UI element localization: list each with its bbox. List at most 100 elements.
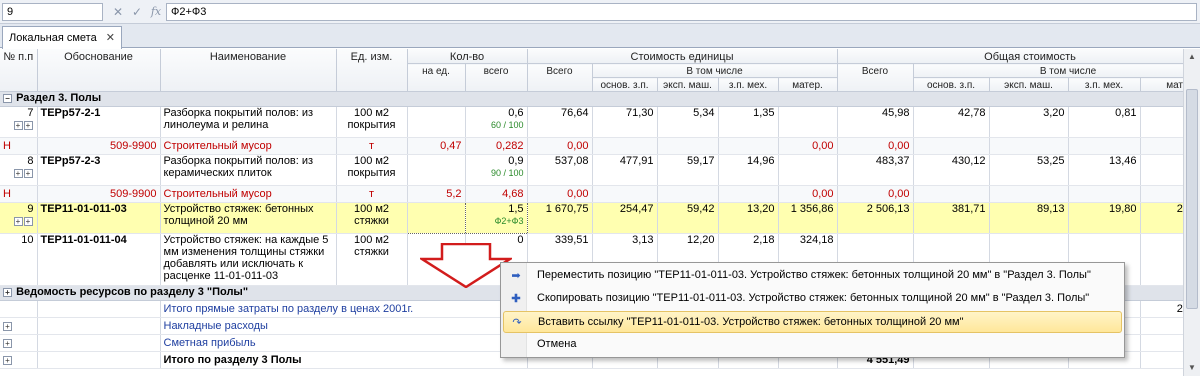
scrollbar-thumb[interactable] (1186, 89, 1198, 309)
header-unit-wage[interactable]: основ. з.п. (592, 77, 658, 92)
row-u-mech: 1,35 (718, 106, 779, 138)
expand-icon[interactable]: + (23, 168, 33, 178)
header-name[interactable]: Наименование (160, 49, 337, 92)
row-u-total: 0,00 (527, 137, 593, 155)
expand-icon[interactable]: + (13, 216, 23, 226)
header-qty-per[interactable]: на ед. (407, 63, 466, 92)
link-arrow-icon: ↷ (512, 317, 522, 329)
totals-label: Итого по разделу 3 Полы (160, 351, 528, 369)
row-qty-total[interactable]: 4,68 (465, 185, 528, 203)
function-icon[interactable]: fx (149, 4, 163, 20)
row-qty-per[interactable] (406, 202, 466, 234)
section-row[interactable]: − Раздел 3. Полы (0, 91, 1200, 107)
menu-item-label: Скопировать позицию "ТЕР11-01-011-03. Ус… (537, 292, 1090, 304)
row-code: 509-9900 (37, 137, 161, 155)
row-t-wage: 430,12 (913, 154, 990, 186)
table-row-selected[interactable]: 9 + + ТЕР11-01-011-03 Устройство стяжек: б… (0, 202, 1200, 234)
row-num: 8 (27, 155, 34, 167)
menu-item-insert-link[interactable]: ↷ Вставить ссылку "ТЕР11-01-011-03. Устр… (503, 311, 1122, 333)
totals-label[interactable]: Накладные расходы (160, 317, 528, 335)
row-u-mach: 59,42 (657, 202, 719, 234)
totals-label[interactable]: Итого прямые затраты по разделу в ценах … (160, 300, 528, 318)
row-t-mech: 19,80 (1068, 202, 1141, 234)
expand-icon[interactable]: + (3, 321, 12, 331)
expand-icon[interactable]: + (23, 120, 33, 130)
row-qty-total[interactable]: 0,9 (508, 155, 523, 167)
confirm-icon[interactable]: ✓ (130, 4, 144, 20)
expand-icon[interactable]: + (3, 338, 12, 348)
scroll-up-icon[interactable]: ▲ (1184, 49, 1200, 65)
material-row[interactable]: Н 509-9900 Строительный мусор т 5,2 4,68… (0, 185, 1200, 203)
formula-input[interactable]: Ф2+Ф3 (166, 3, 1197, 21)
expand-icon[interactable]: + (13, 120, 23, 130)
menu-item-cancel[interactable]: Отмена (503, 334, 1122, 356)
expand-icon[interactable]: + (3, 287, 12, 297)
row-u-total: 537,08 (527, 154, 593, 186)
table-row[interactable]: 7 + + ТЕРр57-2-1 Разборка покрытий полов: … (0, 106, 1200, 138)
menu-item-label: Вставить ссылку "ТЕР11-01-011-03. Устрой… (538, 316, 964, 328)
table-row[interactable]: 8 + + ТЕРр57-2-3 Разборка покрытий полов: … (0, 154, 1200, 186)
row-u-mat: 1 356,86 (778, 202, 838, 234)
header-basis[interactable]: Обоснование (37, 49, 161, 92)
row-qty-note: 90 / 100 (490, 168, 524, 178)
row-name: Устройство стяжек: бетонных толщиной 20 … (160, 202, 337, 234)
row-qty-total[interactable]: 0,282 (465, 137, 528, 155)
row-u-mat (778, 154, 838, 186)
row-num: Н (0, 185, 38, 203)
row-qty-per[interactable] (407, 106, 466, 138)
row-code: ТЕР11-01-011-03 (37, 202, 161, 234)
header-unit-mech[interactable]: з.п. мех. (718, 77, 779, 92)
row-t-mach: 53,25 (989, 154, 1069, 186)
row-u-total: 1 670,75 (527, 202, 593, 234)
header-num[interactable]: № п.п (0, 49, 38, 92)
row-u-mach: 59,17 (657, 154, 719, 186)
row-t-mech: 13,46 (1068, 154, 1141, 186)
close-icon[interactable]: ✕ (106, 31, 115, 44)
header-qty[interactable]: Кол-во (407, 49, 528, 64)
row-num: 10 (0, 233, 38, 286)
cancel-icon[interactable]: ✕ (111, 4, 125, 20)
row-num: Н (0, 137, 38, 155)
totals-label[interactable]: Сметная прибыль (160, 334, 528, 352)
header-unit[interactable]: Ед. изм. (336, 49, 408, 92)
row-qty-total[interactable]: 0,6 (508, 107, 523, 119)
cell-reference-box[interactable]: 9 (2, 3, 103, 21)
row-name: Строительный мусор (160, 185, 337, 203)
vertical-scrollbar[interactable]: ▲ ▼ (1183, 49, 1200, 376)
header-total-total[interactable]: Всего (837, 63, 914, 92)
expand-icon[interactable]: + (3, 355, 12, 365)
header-unit-cost[interactable]: Стоимость единицы (527, 49, 838, 64)
menu-item-move[interactable]: ➡ Переместить позицию "ТЕР11-01-011-03. … (503, 265, 1122, 287)
row-qty-total[interactable]: 1,5 (508, 204, 523, 216)
row-unit: т (336, 137, 408, 155)
scroll-down-icon[interactable]: ▼ (1184, 360, 1200, 376)
material-row[interactable]: Н 509-9900 Строительный мусор т 0,47 0,2… (0, 137, 1200, 155)
row-u-total: 0,00 (527, 185, 593, 203)
header-total-mech[interactable]: з.п. мех. (1068, 77, 1141, 92)
row-qty-per[interactable] (407, 154, 466, 186)
row-name: Строительный мусор (160, 137, 337, 155)
header-total-cost[interactable]: Общая стоимость (837, 49, 1200, 64)
header-unit-incl[interactable]: В том числе (592, 63, 838, 78)
header-unit-mach[interactable]: эксп. маш. (657, 77, 719, 92)
row-u-total: 76,64 (527, 106, 593, 138)
row-unit: 100 м2 стяжки (336, 202, 408, 234)
collapse-icon[interactable]: − (3, 93, 12, 103)
header-total-mach[interactable]: эксп. маш. (989, 77, 1069, 92)
row-unit: 100 м2 покрытия (336, 106, 408, 138)
menu-item-copy[interactable]: ✚ Скопировать позицию "ТЕР11-01-011-03. … (503, 288, 1122, 310)
row-qty-note: 60 / 100 (490, 120, 524, 130)
row-qty-per[interactable]: 0,47 (407, 137, 466, 155)
header-total-wage[interactable]: основ. з.п. (913, 77, 990, 92)
header-qty-total[interactable]: всего (465, 63, 528, 92)
row-qty-per[interactable]: 5,2 (407, 185, 466, 203)
header-unit-total[interactable]: Всего (527, 63, 593, 92)
expand-icon[interactable]: + (13, 168, 23, 178)
header-total-incl[interactable]: В том числе (913, 63, 1200, 78)
move-arrow-icon: ➡ (511, 270, 521, 282)
tab-local-estimate[interactable]: Локальная смета ✕ (2, 26, 122, 49)
row-code: ТЕР11-01-011-04 (37, 233, 161, 286)
expand-icon[interactable]: + (23, 216, 33, 226)
header-unit-mat[interactable]: матер. (778, 77, 838, 92)
tab-label: Локальная смета (9, 32, 97, 44)
